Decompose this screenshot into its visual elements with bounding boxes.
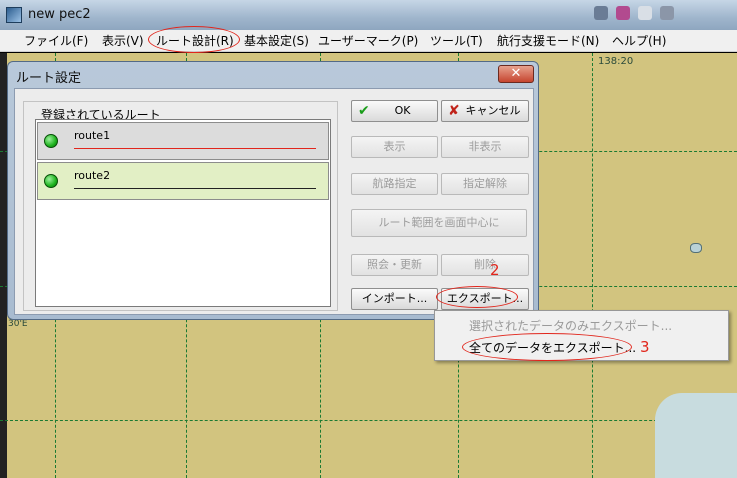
ok-button[interactable]: ✔ OK	[351, 100, 438, 122]
menu-navigation-mode[interactable]: 航行支援モード(N)	[495, 32, 601, 50]
annotation-ellipse-menu	[148, 26, 240, 53]
menu-tools[interactable]: ツール(T)	[428, 32, 485, 50]
menu-help[interactable]: ヘルプ(H)	[610, 32, 668, 50]
green-status-icon	[44, 134, 58, 148]
dialog-body: 登録されているルート route1 route2 ✔ OK ✘ キャンセル 表示…	[14, 88, 534, 315]
close-button[interactable]: ✕	[498, 65, 534, 83]
map-sea-area	[655, 393, 737, 478]
delete-button[interactable]: 削除	[441, 254, 529, 276]
dialog-title: ルート設定	[16, 71, 82, 86]
menu-user-mark[interactable]: ユーザーマーク(P)	[316, 32, 420, 50]
hide-button[interactable]: 非表示	[441, 136, 529, 158]
green-status-icon	[44, 174, 58, 188]
map-grid-line	[0, 420, 737, 421]
map-coordinate-label: 30'E	[8, 319, 28, 329]
annotation-number-2: 2	[490, 261, 500, 279]
map-left-border	[0, 53, 7, 478]
route-name: route1	[74, 129, 111, 142]
menu-view[interactable]: 表示(V)	[100, 32, 146, 50]
window-title: new pec2	[28, 7, 91, 22]
route-list[interactable]: route1 route2	[35, 119, 331, 307]
annotation-ellipse-export-all	[462, 333, 632, 361]
menu-file[interactable]: ファイル(F)	[22, 32, 90, 50]
route-assign-button[interactable]: 航路指定	[351, 173, 438, 195]
background-taskbar-icons	[590, 4, 730, 26]
menu-basic-settings[interactable]: 基本設定(S)	[242, 32, 311, 50]
route-line-sample	[74, 148, 316, 149]
app-window: new pec2 ファイル(F) 表示(V) ルート設計(R) 基本設定(S) …	[0, 0, 737, 478]
center-route-button[interactable]: ルート範囲を画面中心に	[351, 209, 527, 237]
route-line-sample	[74, 188, 316, 189]
route-settings-dialog: ルート設定 ✕ 登録されているルート route1 route2 ✔ OK ✘ …	[7, 61, 539, 320]
map-coordinate-label: 138:20	[598, 56, 634, 67]
app-icon	[6, 7, 22, 23]
unassign-button[interactable]: 指定解除	[441, 173, 529, 195]
cancel-button[interactable]: ✘ キャンセル	[441, 100, 529, 122]
route-list-item[interactable]: route1	[37, 122, 329, 160]
cross-icon: ✘	[448, 103, 460, 119]
annotation-number-3: 3	[640, 338, 650, 356]
export-selected-menu-item[interactable]: 選択されたデータのみエクスポート...	[469, 317, 672, 334]
show-button[interactable]: 表示	[351, 136, 438, 158]
menu-bar: ファイル(F) 表示(V) ルート設計(R) 基本設定(S) ユーザーマーク(P…	[0, 30, 737, 52]
query-update-button[interactable]: 照会・更新	[351, 254, 438, 276]
route-name: route2	[74, 169, 111, 182]
title-bar: new pec2	[0, 0, 737, 30]
route-list-item[interactable]: route2	[37, 162, 329, 200]
checkmark-icon: ✔	[358, 103, 370, 119]
map-island	[690, 243, 702, 253]
import-button[interactable]: インポート...	[351, 288, 438, 310]
map-grid-line	[592, 53, 593, 478]
annotation-ellipse-export	[436, 286, 518, 308]
